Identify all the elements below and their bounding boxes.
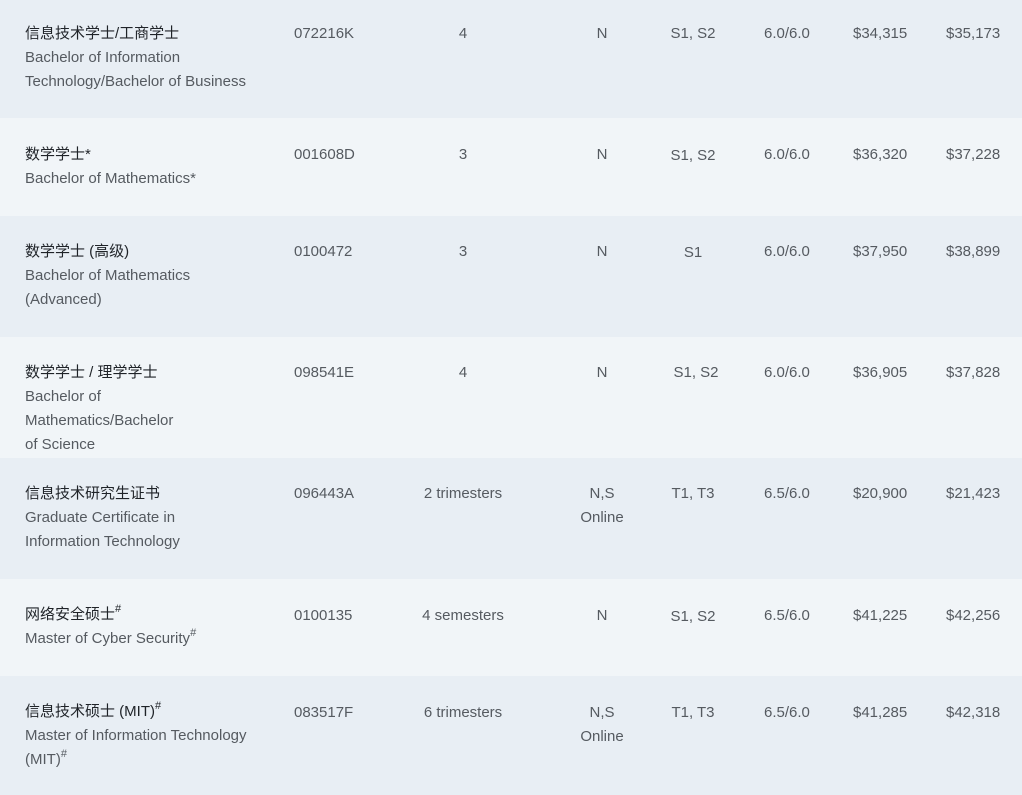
campus: N: [596, 607, 608, 624]
program-name-zh: 网络安全硕士#: [25, 603, 122, 624]
table-row: 网络安全硕士# Master of Cyber Security# 010013…: [0, 579, 1022, 676]
intake: S1, S2: [670, 608, 716, 625]
footnote-marker: #: [115, 603, 122, 615]
program-name-en: Bachelor of Mathematics*: [25, 170, 196, 187]
footnote-marker: #: [190, 627, 197, 639]
ielts-score: 6.0/6.0: [764, 364, 810, 381]
program-name: 数学学士 (高级) Bachelor of Mathematics (Advan…: [25, 240, 265, 312]
footnote-marker: #: [60, 748, 67, 760]
fee-a: $34,315: [853, 25, 908, 42]
intake: T1, T3: [671, 704, 715, 721]
duration: 6 trimesters: [423, 704, 503, 721]
cricos-code: 001608D: [294, 146, 355, 163]
program-name-zh: 信息技术研究生证书: [25, 485, 161, 502]
ielts-score: 6.5/6.0: [764, 607, 810, 624]
program-name-zh: 信息技术学士/工商学士: [25, 25, 180, 42]
intake: S1, S2: [670, 25, 716, 42]
program-name: 信息技术硕士 (MIT)# Master of Information Tech…: [25, 700, 265, 772]
ielts-score: 6.0/6.0: [764, 243, 810, 260]
duration: 3: [458, 243, 468, 260]
cricos-code: 083517F: [294, 704, 354, 721]
program-name: 信息技术学士/工商学士 Bachelor of Information Tech…: [25, 22, 265, 94]
table-row: 数学学士 (高级) Bachelor of Mathematics (Advan…: [0, 216, 1022, 337]
fee-a: $41,225: [853, 607, 908, 624]
duration: 4: [458, 364, 468, 381]
table-row: 数学学士* Bachelor of Mathematics* 001608D 3…: [0, 118, 1022, 216]
program-name-en: Graduate Certificate in Information Tech…: [25, 509, 180, 550]
intake: S1: [683, 244, 703, 261]
intake: S1, S2: [673, 364, 719, 381]
ielts-score: 6.5/6.0: [764, 485, 810, 502]
fee-b: $37,828: [946, 364, 1001, 381]
fee-a: $36,905: [853, 364, 908, 381]
program-name: 数学学士* Bachelor of Mathematics*: [25, 143, 265, 191]
fee-b: $42,256: [946, 607, 1001, 624]
cricos-code: 072216K: [294, 25, 355, 42]
fee-b: $38,899: [946, 243, 1001, 260]
program-name-zh: 信息技术硕士 (MIT)#: [25, 700, 162, 721]
table-row: 信息技术硕士 (MIT)# Master of Information Tech…: [0, 676, 1022, 795]
fee-b: $35,173: [946, 25, 1001, 42]
program-name: 数学学士 / 理学学士 Bachelor of Mathematics/Bach…: [25, 361, 265, 457]
duration: 4: [458, 25, 468, 42]
duration: 2 trimesters: [423, 485, 503, 502]
table-row: 信息技术研究生证书 Graduate Certificate in Inform…: [0, 458, 1022, 579]
fee-a: $41,285: [853, 704, 908, 721]
ielts-score: 6.5/6.0: [764, 704, 810, 721]
fee-a: $20,900: [853, 485, 908, 502]
fee-b: $21,423: [946, 485, 1001, 502]
cricos-code: 096443A: [294, 485, 355, 502]
ielts-score: 6.0/6.0: [764, 146, 810, 163]
program-name-zh: 数学学士 (高级): [25, 243, 130, 260]
program-name-zh: 数学学士*: [25, 146, 91, 163]
fee-a: $37,950: [853, 243, 908, 260]
program-name: 网络安全硕士# Master of Cyber Security#: [25, 603, 265, 651]
intake: T1, T3: [671, 485, 715, 502]
program-table: 信息技术学士/工商学士 Bachelor of Information Tech…: [0, 0, 1022, 795]
duration: 4 semesters: [422, 607, 504, 624]
campus: N: [596, 364, 608, 381]
cricos-code: 098541E: [294, 364, 355, 381]
intake: S1, S2: [670, 147, 716, 164]
program-name-zh: 数学学士 / 理学学士: [25, 364, 158, 381]
table-row: 数学学士 / 理学学士 Bachelor of Mathematics/Bach…: [0, 337, 1022, 458]
cricos-code: 0100472: [294, 243, 353, 260]
campus: N: [596, 25, 608, 42]
footnote-marker: #: [154, 700, 162, 712]
program-name-en: Bachelor of Mathematics (Advanced): [25, 267, 191, 308]
fee-b: $42,318: [946, 704, 1001, 721]
cricos-code: 0100135: [294, 607, 353, 624]
campus: N,S Online: [580, 704, 624, 745]
program-name-en: Master of Cyber Security#: [25, 627, 197, 648]
ielts-score: 6.0/6.0: [764, 25, 810, 42]
campus: N: [596, 243, 608, 260]
table-row: 信息技术学士/工商学士 Bachelor of Information Tech…: [0, 0, 1022, 118]
fee-b: $37,228: [946, 146, 1001, 163]
duration: 3: [458, 146, 468, 163]
program-name-en: Bachelor of Information Technology/Bache…: [25, 49, 246, 90]
fee-a: $36,320: [853, 146, 908, 163]
program-name-en: Bachelor of Mathematics/Bachelor of Scie…: [25, 388, 174, 453]
program-name-en: Master of Information Technology (MIT)#: [25, 727, 247, 768]
campus: N: [596, 146, 608, 163]
program-name: 信息技术研究生证书 Graduate Certificate in Inform…: [25, 482, 265, 554]
campus: N,S Online: [580, 485, 624, 526]
